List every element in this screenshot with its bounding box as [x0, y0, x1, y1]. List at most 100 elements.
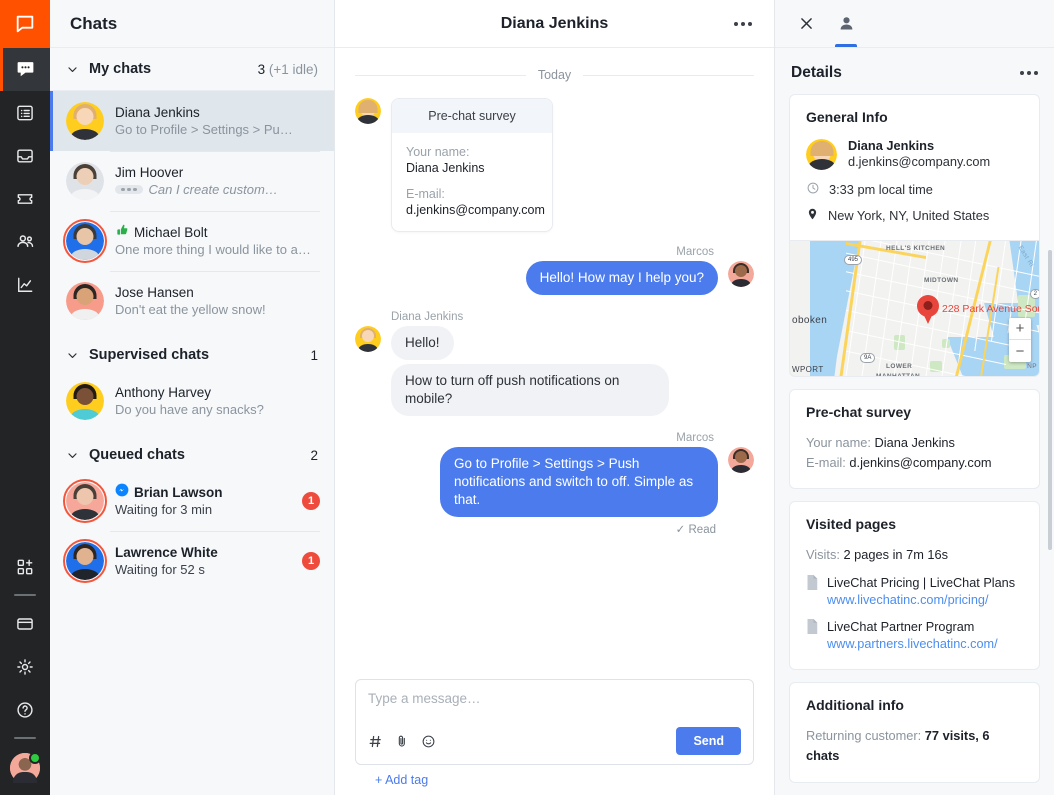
general-info-card: General Info Diana Jenkins d.jenkins@com… [789, 94, 1040, 377]
chat-list-item[interactable]: Michael Bolt One more thing I would like … [50, 211, 334, 271]
map-zoom-out-button[interactable]: − [1009, 340, 1031, 362]
survey-row-label: E-mail: [806, 454, 846, 470]
chat-list-item[interactable]: Lawrence White Waiting for 52 s 1 [50, 531, 334, 591]
page-icon [806, 575, 818, 595]
chat-list-panel: Chats My chats 3 (+1 idle) Diana Jenkins Go… [50, 0, 335, 795]
chat-sections: My chats 3 (+1 idle) Diana Jenkins Go to Pr… [50, 48, 334, 591]
sidebar-item-settings[interactable] [0, 645, 50, 688]
tab-customer-details[interactable] [829, 1, 863, 47]
message-group: Diana Jenkins Hello! [355, 311, 754, 360]
chat-name-text: Diana Jenkins [115, 104, 200, 120]
pre-chat-survey-card: Pre-chat survey Your name: Diana Jenkins… [391, 98, 553, 232]
chat-list-item[interactable]: Anthony Harvey Do you have any snacks? [50, 371, 334, 431]
visited-pages-heading: Visited pages [806, 516, 897, 533]
avatar [63, 479, 107, 523]
survey-row: E-mail: d.jenkins@company.com [806, 453, 1023, 473]
map-pin-label: 228 Park Avenue South [942, 303, 1039, 315]
send-button[interactable]: Send [676, 727, 741, 755]
composer-wrapper: Type a message… Send + Add tag [335, 679, 774, 795]
chat-list-item[interactable]: Diana Jenkins Go to Profile > Settings > … [50, 91, 334, 151]
customer-identity: Diana Jenkins d.jenkins@company.com [806, 138, 1023, 170]
message-row: How to turn off push notifications on mo… [355, 364, 754, 416]
sidebar-item-tickets[interactable] [0, 177, 50, 220]
location-pin-icon [806, 207, 819, 224]
day-separator: Today [355, 68, 755, 82]
chat-preview: Waiting for 3 min [115, 501, 291, 519]
visited-pages-card: Visited pages Visits: 2 pages in 7m 16s … [789, 501, 1040, 671]
page-icon [806, 619, 818, 639]
general-info-heading: General Info [806, 109, 888, 125]
survey-row-value: d.jenkins@company.com [849, 454, 992, 470]
chat-section-header[interactable]: Queued chats 2 [50, 431, 334, 471]
route-shield-9a: 9A [860, 353, 876, 363]
chat-section-header[interactable]: My chats 3 (+1 idle) [50, 48, 334, 91]
chat-section-title: Queued chats [89, 447, 185, 463]
sidebar-item-archives[interactable] [0, 91, 50, 134]
chat-name: Diana Jenkins [115, 104, 320, 121]
map-zoom-controls[interactable]: + − [1009, 318, 1031, 362]
sidebar-item-billing[interactable] [0, 602, 50, 645]
chat-list-item[interactable]: Jose Hansen Don't eat the yellow snow! [50, 271, 334, 331]
more-options-icon[interactable] [1020, 71, 1038, 75]
survey-card-header: Pre-chat survey [392, 99, 552, 133]
details-scrollbar[interactable] [1048, 250, 1052, 550]
sidebar-item-help[interactable] [0, 688, 50, 731]
avatar[interactable] [10, 752, 41, 783]
chat-name-text: Lawrence White [115, 544, 218, 560]
add-tag-button[interactable]: + Add tag [355, 765, 754, 787]
chat-preview: Waiting for 52 s [115, 561, 291, 579]
page-url-link[interactable]: www.partners.livechatinc.com/ [827, 636, 998, 653]
chat-list-item[interactable]: Brian Lawson Waiting for 3 min 1 [50, 471, 334, 531]
route-shield-2: 2 [1029, 289, 1039, 299]
chat-preview-text: Go to Profile > Settings > Pu… [115, 121, 293, 137]
avatar [355, 98, 381, 124]
conversation-title: Diana Jenkins [500, 14, 609, 32]
message-composer[interactable]: Type a message… Send [355, 679, 754, 765]
attachment-icon[interactable] [395, 734, 409, 748]
chat-name: Jose Hansen [115, 284, 320, 301]
messages-root: Marcos Hello! How may I help you? Diana Je… [355, 246, 754, 536]
message-input-placeholder[interactable]: Type a message… [368, 691, 741, 727]
map-zoom-in-button[interactable]: + [1009, 318, 1031, 340]
details-heading: Details [791, 64, 842, 81]
chat-preview-text: One more thing I would like to a… [115, 242, 311, 257]
message-bubble: Hello! [391, 326, 454, 360]
list-item[interactable]: LiveChat Pricing | LiveChat Plans www.li… [806, 575, 1023, 609]
avatar [66, 282, 104, 320]
chat-section-header[interactable]: Supervised chats 1 [50, 331, 334, 371]
livechat-logo[interactable] [0, 0, 50, 48]
additional-info-row: Returning customer: 77 visits, 6 chats [806, 726, 1023, 766]
sidebar-item-chats[interactable] [0, 48, 50, 91]
avatar [66, 102, 104, 140]
sidebar-item-reports[interactable] [0, 263, 50, 306]
chevron-down-icon[interactable] [66, 63, 79, 76]
sidebar-item-inbox[interactable] [0, 134, 50, 177]
chat-name-text: Jose Hansen [115, 284, 194, 300]
chat-section-count: 3 (+1 idle) [257, 61, 318, 77]
emoji-icon[interactable] [421, 734, 436, 749]
chat-preview-text: Waiting for 52 s [115, 561, 205, 577]
survey-field-label: E-mail: [406, 187, 445, 201]
chevron-down-icon[interactable] [66, 449, 79, 462]
rail-divider [14, 594, 36, 596]
location-map[interactable]: HELL'S KITCHEN MIDTOWN oboken WPORT LOWE… [790, 240, 1039, 376]
close-icon[interactable] [789, 1, 823, 47]
sidebar-item-apps[interactable] [0, 545, 50, 588]
chat-name: Anthony Harvey [115, 384, 320, 401]
message-group: How to turn off push notifications on mo… [355, 364, 754, 416]
chat-name: Jim Hoover [115, 164, 320, 181]
list-item[interactable]: LiveChat Partner Program www.partners.li… [806, 619, 1023, 653]
conversation-header: Diana Jenkins [335, 0, 774, 48]
chat-section-count: 1 [310, 347, 318, 363]
nav-rail [0, 0, 50, 795]
chevron-down-icon[interactable] [66, 349, 79, 362]
chat-section-count: 2 [310, 447, 318, 463]
page-url-link[interactable]: www.livechatinc.com/pricing/ [827, 592, 1015, 609]
avatar [63, 219, 107, 263]
sidebar-item-team[interactable] [0, 220, 50, 263]
more-options-icon[interactable] [728, 16, 758, 32]
chat-name-text: Anthony Harvey [115, 384, 212, 400]
status-badge [29, 752, 41, 764]
hash-icon[interactable] [368, 734, 383, 749]
chat-list-item[interactable]: Jim Hoover Can I create custom… [50, 151, 334, 211]
